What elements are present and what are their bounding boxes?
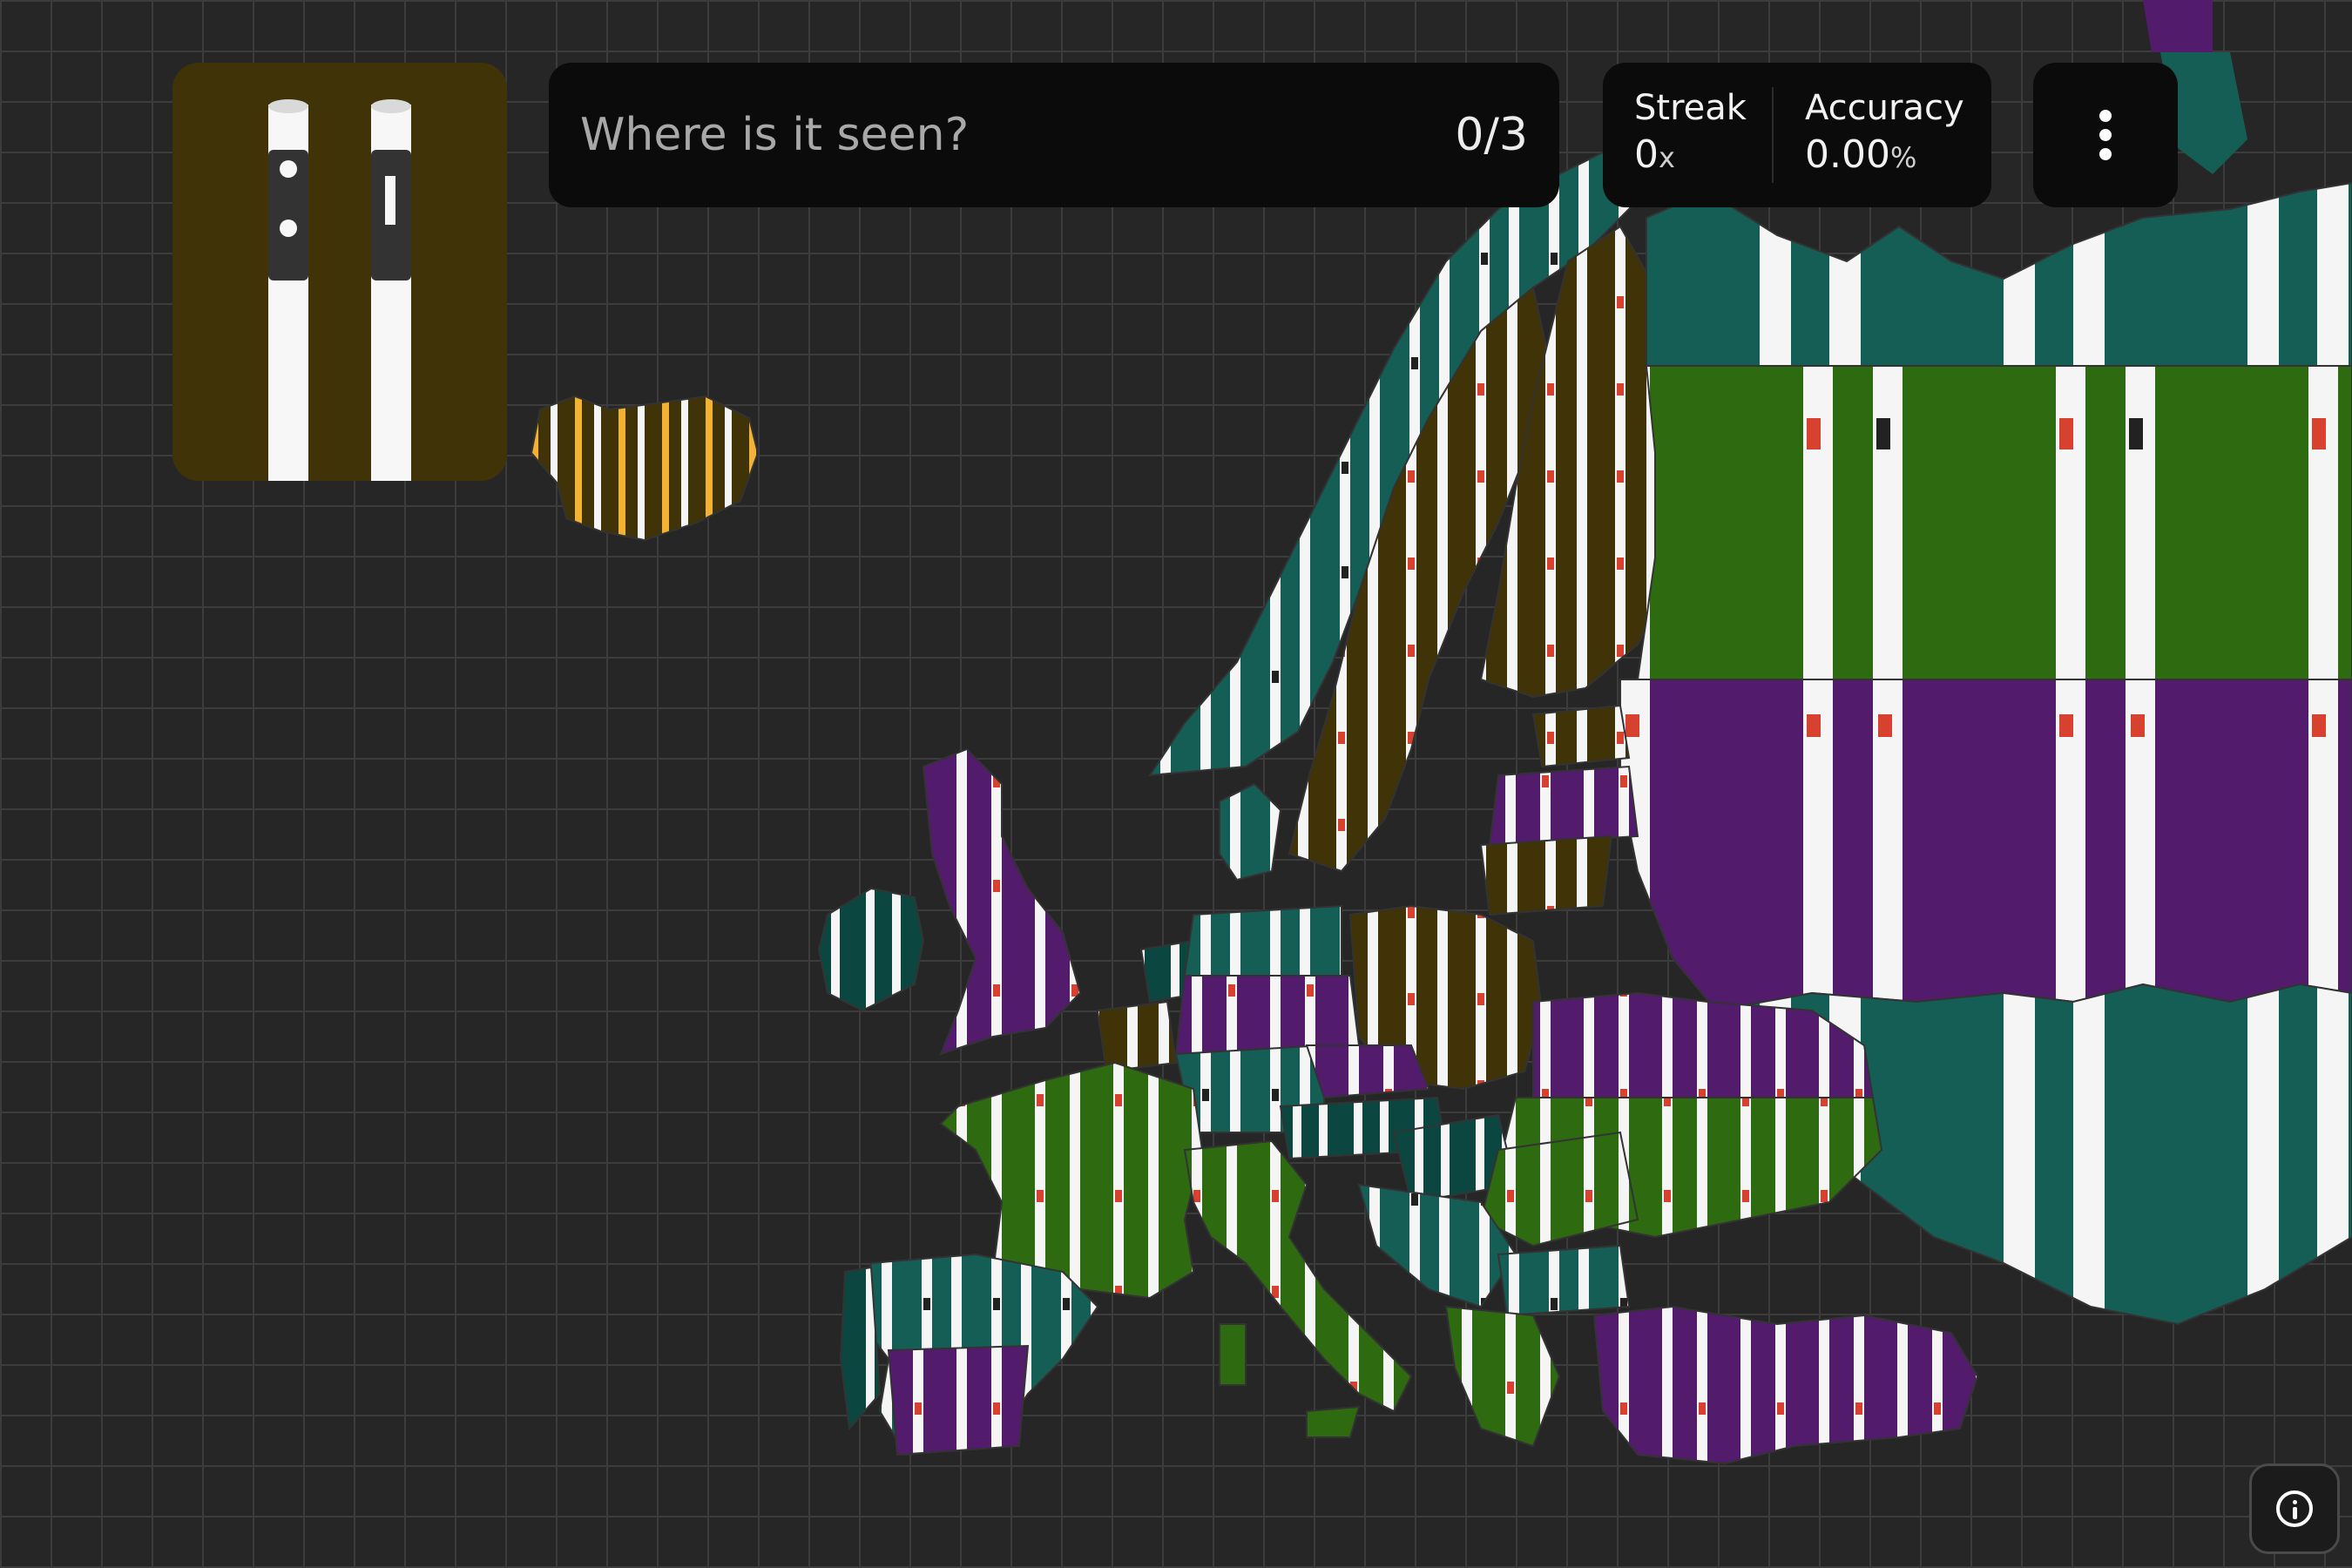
question-bar: Where is it seen? 0/3 <box>549 63 1559 207</box>
stats-panel: Streak 0x Accuracy 0.00% <box>1603 63 1991 207</box>
info-icon <box>2276 1490 2313 1527</box>
accuracy-value: 0.00% <box>1805 132 1917 177</box>
country-czechia <box>1305 1044 1430 1099</box>
country-uk <box>922 747 1082 1056</box>
country-russia-green <box>1636 365 2352 680</box>
clue-image-card <box>172 63 507 481</box>
country-iceland <box>530 395 760 542</box>
country-russia-purple <box>1619 679 2352 1012</box>
streak-stat: Streak 0x <box>1634 87 1747 184</box>
info-button[interactable] <box>2249 1463 2340 1554</box>
menu-button[interactable] <box>2033 63 2178 207</box>
streak-value: 0x <box>1634 132 1675 177</box>
country-belgium <box>1096 1000 1178 1073</box>
country-germany-north <box>1183 904 1342 977</box>
country-turkey <box>1592 1305 1979 1465</box>
country-spain-south <box>887 1344 1030 1456</box>
streak-label: Streak <box>1634 88 1747 128</box>
accuracy-stat: Accuracy 0.00% <box>1805 87 1964 184</box>
country-russia-north <box>1646 181 2352 367</box>
country-russia-top-strip <box>2143 0 2213 52</box>
country-estonia <box>1531 704 1631 768</box>
progress-counter: 0/3 <box>1455 109 1528 161</box>
country-ireland <box>817 887 925 1012</box>
country-sicily <box>1306 1405 1361 1438</box>
accuracy-label: Accuracy <box>1805 88 1964 128</box>
stat-divider <box>1772 87 1774 183</box>
question-text: Where is it seen? <box>580 109 970 161</box>
country-lithuania <box>1479 835 1613 916</box>
country-latvia <box>1488 765 1639 847</box>
country-bulgaria <box>1497 1244 1631 1317</box>
more-vertical-icon <box>2099 103 2112 167</box>
country-sardinia <box>1219 1323 1247 1386</box>
country-germany-mid <box>1174 975 1361 1056</box>
country-denmark <box>1219 782 1282 882</box>
country-greece <box>1444 1305 1561 1448</box>
bollard-pair-icon <box>268 99 411 481</box>
